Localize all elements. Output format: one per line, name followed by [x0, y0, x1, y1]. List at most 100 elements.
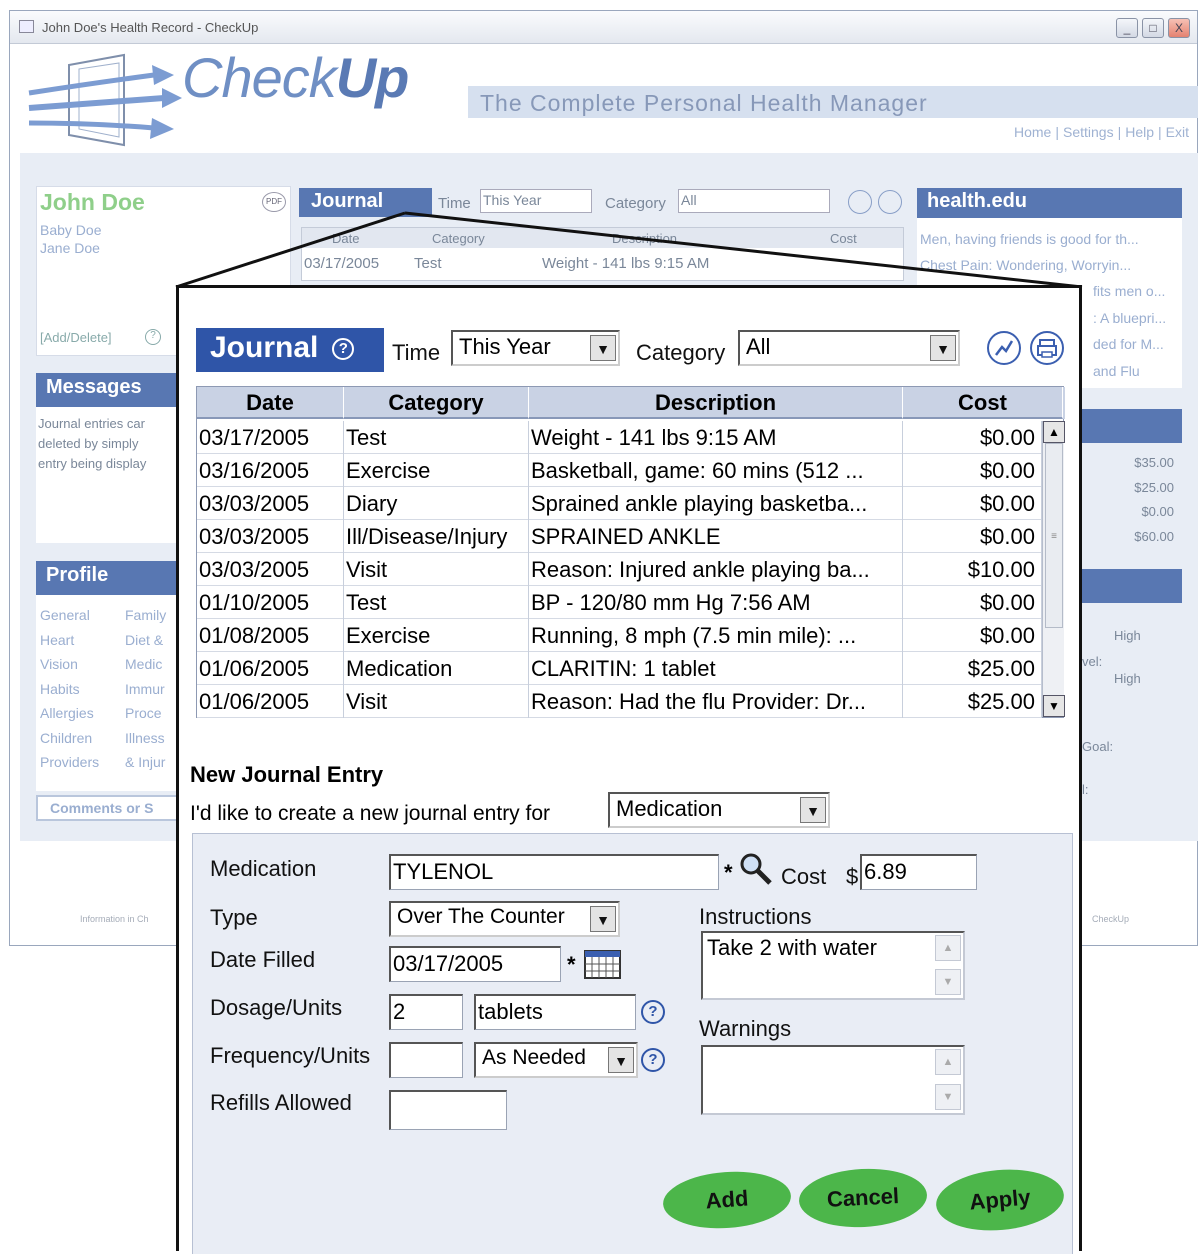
dosage-label: Dosage/Units: [210, 995, 343, 1020]
gauge-side-label: l:: [1082, 782, 1089, 797]
table-scrollbar[interactable]: ▲ ≡ ▼: [1042, 421, 1065, 717]
search-icon[interactable]: [736, 850, 776, 890]
medication-input[interactable]: TYLENOL: [389, 854, 719, 890]
profile-link[interactable]: General: [40, 603, 99, 628]
frequency-units-select[interactable]: As Needed ▼: [474, 1042, 638, 1078]
header-description[interactable]: Description: [529, 387, 903, 419]
profile-link[interactable]: Heart: [40, 628, 99, 653]
table-row[interactable]: 03/03/2005 Visit Reason: Injured ankle pla…: [197, 553, 1042, 586]
profile-link[interactable]: Diet &: [125, 628, 166, 653]
table-row[interactable]: 03/03/2005 Ill/Disease/Injury SPRAINED ANK…: [197, 520, 1042, 553]
person-baby[interactable]: Baby Doe: [40, 222, 101, 238]
chevron-down-icon[interactable]: ▼: [608, 1047, 634, 1073]
profile-link[interactable]: Immur: [125, 677, 166, 702]
health-link[interactable]: : A bluepri...: [1093, 305, 1166, 332]
link-help[interactable]: Help: [1125, 124, 1154, 140]
scroll-up-button[interactable]: ▲: [935, 935, 961, 961]
dosage-input[interactable]: 2: [389, 994, 463, 1030]
category-cell: Test: [344, 586, 529, 619]
required-mark: *: [724, 860, 733, 885]
link-exit[interactable]: Exit: [1166, 124, 1189, 140]
chart-icon[interactable]: [987, 331, 1021, 365]
apply-button[interactable]: Apply: [933, 1164, 1067, 1236]
table-row[interactable]: 03/17/2005 Test Weight - 141 lbs 9:15 AM $0…: [197, 421, 1042, 454]
table-row[interactable]: 03/03/2005 Diary Sprained ankle playing ba…: [197, 487, 1042, 520]
header-date[interactable]: Date: [197, 387, 344, 419]
frequency-label: Frequency/Units: [210, 1043, 371, 1068]
bg-time-select[interactable]: This Year: [480, 189, 592, 213]
warnings-textarea[interactable]: ▲ ▼: [701, 1045, 965, 1115]
cost-cell: $0.00: [903, 454, 1042, 487]
profile-link[interactable]: Children: [40, 726, 99, 751]
profile-link[interactable]: Illness: [125, 726, 166, 751]
scroll-thumb[interactable]: ≡: [1045, 443, 1063, 628]
header-category[interactable]: Category: [344, 387, 529, 419]
scroll-down-button[interactable]: ▼: [935, 969, 961, 995]
profile-link[interactable]: Medic: [125, 652, 166, 677]
gauges-panel-header: [1080, 569, 1182, 603]
table-row[interactable]: 01/10/2005 Test BP - 120/80 mm Hg 7:56 AM $…: [197, 586, 1042, 619]
link-settings[interactable]: Settings: [1063, 124, 1114, 140]
person-jane[interactable]: Jane Doe: [40, 240, 100, 256]
bg-print-icon[interactable]: [878, 190, 902, 214]
frequency-input[interactable]: [389, 1042, 463, 1078]
category-select[interactable]: All ▼: [738, 330, 960, 366]
time-label: Time: [392, 340, 441, 365]
scroll-up-button[interactable]: ▲: [935, 1049, 961, 1075]
table-row[interactable]: 03/16/2005 Exercise Basketball, game: 60 m…: [197, 454, 1042, 487]
profile-link[interactable]: Proce: [125, 701, 166, 726]
comments-button[interactable]: Comments or S: [36, 795, 186, 821]
type-select[interactable]: Over The Counter ▼: [389, 901, 620, 937]
bg-category-select[interactable]: All: [678, 189, 830, 213]
tagline-bar: The Complete Personal Health Manager: [468, 86, 1198, 118]
maximize-button[interactable]: □: [1142, 18, 1164, 38]
cost-label: Cost: [781, 864, 827, 889]
date-cell: 01/06/2005: [197, 652, 344, 685]
add-button[interactable]: Add: [661, 1167, 793, 1233]
help-icon[interactable]: ?: [641, 1000, 665, 1024]
header-cost[interactable]: Cost: [903, 387, 1063, 419]
entry-type-select[interactable]: Medication ▼: [608, 792, 830, 828]
table-row[interactable]: 01/06/2005 Visit Reason: Had the flu Provi…: [197, 685, 1042, 718]
profile-link[interactable]: Providers: [40, 750, 99, 775]
table-row[interactable]: 01/08/2005 Exercise Running, 8 mph (7.5 mi…: [197, 619, 1042, 652]
health-link[interactable]: ded for M...: [1093, 331, 1166, 358]
profile-link[interactable]: Allergies: [40, 701, 99, 726]
link-home[interactable]: Home: [1014, 124, 1051, 140]
print-icon[interactable]: [1030, 331, 1064, 365]
category-cell: Visit: [344, 685, 529, 718]
chevron-down-icon[interactable]: ▼: [590, 335, 616, 361]
help-icon[interactable]: ?: [332, 338, 355, 360]
profile-link[interactable]: Vision: [40, 652, 99, 677]
time-select[interactable]: This Year ▼: [451, 330, 620, 366]
person-main[interactable]: John Doe: [40, 189, 145, 216]
scroll-down-button[interactable]: ▼: [1043, 695, 1065, 717]
scroll-down-button[interactable]: ▼: [935, 1084, 961, 1110]
calendar-icon[interactable]: [584, 950, 622, 980]
date-filled-input[interactable]: 03/17/2005: [389, 946, 561, 982]
cancel-button[interactable]: Cancel: [797, 1165, 929, 1231]
minimize-button[interactable]: _: [1116, 18, 1138, 38]
profile-link[interactable]: Habits: [40, 677, 99, 702]
dosage-units-input[interactable]: tablets: [474, 994, 636, 1030]
help-icon[interactable]: ?: [641, 1048, 665, 1072]
instructions-textarea[interactable]: Take 2 with water ▲ ▼: [701, 931, 965, 1000]
help-icon[interactable]: ?: [145, 329, 161, 345]
chevron-down-icon[interactable]: ▼: [590, 906, 616, 932]
add-delete-link[interactable]: [Add/Delete]: [40, 330, 112, 345]
profile-link[interactable]: Family: [125, 603, 166, 628]
cost-input[interactable]: 6.89: [860, 854, 977, 890]
health-link[interactable]: Chest Pain: Wondering, Worryin...: [920, 252, 1139, 278]
bg-chart-icon[interactable]: [848, 190, 872, 214]
health-link[interactable]: and Flu: [1093, 358, 1166, 385]
health-link[interactable]: fits men o...: [1093, 278, 1166, 305]
close-button[interactable]: X: [1168, 18, 1190, 38]
chevron-down-icon[interactable]: ▼: [800, 797, 826, 823]
table-row[interactable]: 01/06/2005 Medication CLARITIN: 1 tablet $2…: [197, 652, 1042, 685]
chevron-down-icon[interactable]: ▼: [930, 335, 956, 361]
refills-input[interactable]: [389, 1090, 507, 1130]
scroll-up-button[interactable]: ▲: [1043, 421, 1065, 443]
health-link[interactable]: Men, having friends is good for th...: [920, 226, 1139, 252]
profile-link[interactable]: & Injur: [125, 750, 166, 775]
pdf-icon[interactable]: PDF: [262, 192, 286, 212]
